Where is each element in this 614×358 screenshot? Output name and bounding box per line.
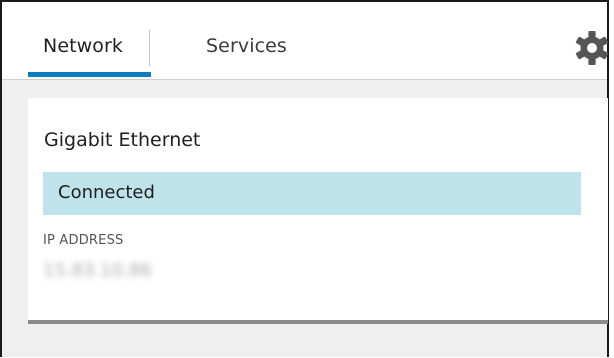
tab-bar: Network Services [2,2,610,80]
ip-address-value: 15.83.10.86 [43,260,152,281]
tab-divider [149,30,150,66]
status-text: Connected [58,182,155,203]
gear-icon[interactable] [574,30,610,66]
ethernet-card: Gigabit Ethernet Connected IP ADDRESS 15… [28,98,608,324]
ip-address-label: IP ADDRESS [43,233,124,248]
card-title: Gigabit Ethernet [44,129,201,151]
status-badge: Connected [43,172,581,215]
tab-services[interactable]: Services [206,35,287,57]
tab-network[interactable]: Network [43,35,123,57]
active-tab-indicator [28,72,151,77]
window-frame: Network Services Gigabit Ethernet Connec… [0,0,609,357]
